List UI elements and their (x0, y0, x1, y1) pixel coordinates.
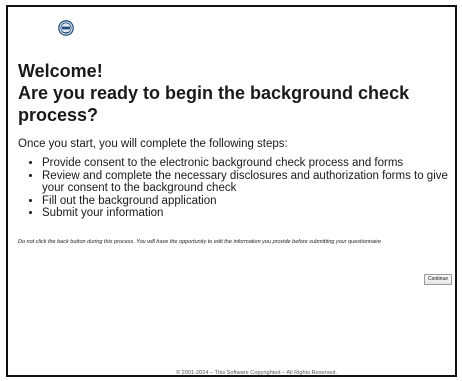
intro-text: Once you start, you will complete the fo… (18, 138, 288, 150)
list-item: Submit your information (42, 207, 448, 220)
page-title: Are you ready to begin the background ch… (18, 83, 410, 125)
copyright-footer: © 2001-2024 – This Software Copyrighted … (176, 370, 338, 376)
seal-logo-icon (58, 20, 74, 36)
list-item: Fill out the background application (42, 195, 448, 208)
warning-note: Do not click the back button during this… (18, 239, 382, 245)
continue-button[interactable]: Continue (424, 274, 452, 285)
list-item: Review and complete the necessary disclo… (42, 170, 448, 195)
steps-list: Provide consent to the electronic backgr… (18, 157, 448, 220)
welcome-heading: Welcome! (18, 61, 103, 81)
list-item: Provide consent to the electronic backgr… (42, 157, 448, 170)
